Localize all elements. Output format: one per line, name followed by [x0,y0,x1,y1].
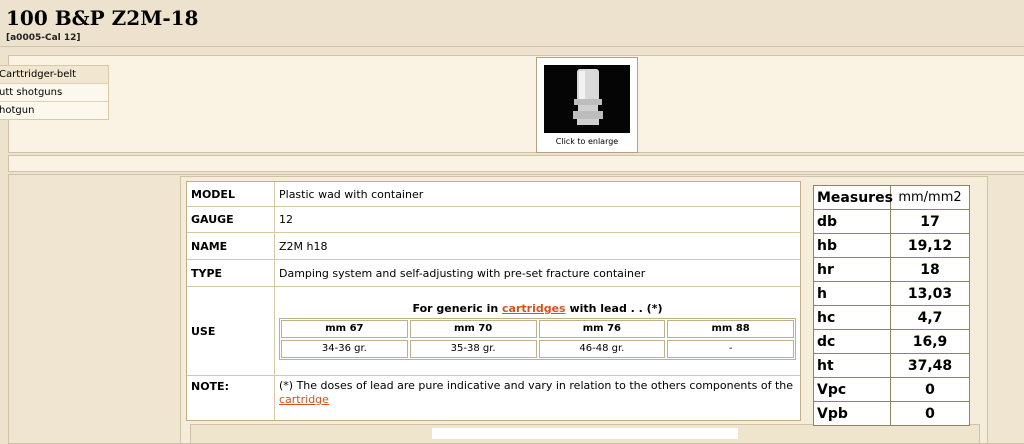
measure-label: hr [814,258,891,281]
name-label: NAME [187,233,275,259]
measure-label: h [814,282,891,305]
cartridge-link[interactable]: cartridge [279,393,329,406]
product-code: [a0005-Cal 12] [6,33,81,43]
model-label: MODEL [187,182,275,206]
type-value: Damping system and self-adjusting with p… [279,266,646,280]
use-label: USE [187,287,275,375]
measure-row-dc: dc 16,9 [814,330,969,354]
gauge-value: 12 [279,213,293,226]
note-value: (*) The doses of lead are pure indicativ… [275,376,800,420]
cartridges-link[interactable]: cartridges [502,302,566,315]
measure-label: hb [814,234,891,257]
name-value: Z2M h18 [279,239,328,253]
model-value: Plastic wad with container [279,187,424,201]
note-text: (*) The doses of lead are pure indicativ… [279,379,794,392]
measure-value: 16,9 [912,333,948,350]
measures-header-label: Measures [814,186,893,209]
page-title: 100 B&P Z2M-18 [6,6,199,30]
measure-row-vpb: Vpb 0 [814,402,969,425]
measure-value: 0 [925,405,935,422]
use-section: For generic in cartridges with lead . . … [275,287,800,375]
use-cell-value: 35-38 gr. [409,340,537,358]
sidebar-menu: Carttridger-belt utt shotguns hotgun [0,65,109,120]
measure-row-h: h 13,03 [814,282,969,306]
measure-row-hb: hb 19,12 [814,234,969,258]
measure-label: hc [814,306,891,329]
use-heading-post: with lead . . (*) [569,302,663,315]
divider [0,46,1024,47]
use-column-header: mm 67 [281,320,408,338]
measures-header-unit: mm/mm2 [898,190,962,205]
gauge-label: GAUGE [187,207,275,232]
table-row: NAME Z2M h18 [187,233,800,260]
measure-row-hc: hc 4,7 [814,306,969,330]
sidebar-item-shotgun[interactable]: hotgun [0,102,108,119]
gallery-panel [8,55,1024,153]
sidebar-item-butt-shotguns[interactable]: utt shotguns [0,84,108,102]
measures-header: Measures mm/mm2 [814,186,969,210]
spacer-panel [8,155,1024,172]
sidebar-item-cartridger-belt[interactable]: Carttridger-belt [0,66,108,84]
measure-row-ht: ht 37,48 [814,354,969,378]
measure-label: dc [814,330,891,353]
table-row: NOTE: (*) The doses of lead are pure ind… [187,376,800,420]
measure-value: 0 [925,381,935,398]
use-column-header: mm 70 [409,320,537,338]
measure-row-vpc: Vpc 0 [814,378,969,402]
use-heading: For generic in cartridges with lead . . … [279,302,796,315]
measure-label: Vpc [814,378,891,401]
measure-value: 18 [920,261,940,278]
measure-row-db: db 17 [814,210,969,234]
bottom-image-placeholder [432,428,738,439]
measure-value: 19,12 [907,237,953,254]
use-column-header: mm 76 [538,320,666,338]
measure-row-hr: hr 18 [814,258,969,282]
use-cell-value: 34-36 gr. [281,340,408,358]
wad-picture [573,69,603,125]
measure-label: ht [814,354,891,377]
table-row: TYPE Damping system and self-adjusting w… [187,260,800,287]
table-row: USE For generic in cartridges with lead … [187,287,800,376]
wad-image[interactable] [544,65,630,133]
measures-table: Measures mm/mm2 db 17 hb 19,12 hr 18 h 1… [813,185,970,426]
product-thumbnail[interactable]: Click to enlarge [536,57,638,153]
measure-value: 13,03 [907,285,953,302]
use-cell-value: 46-48 gr. [538,340,666,358]
type-label: TYPE [187,260,275,286]
table-row: GAUGE 12 [187,207,800,233]
use-column-header: mm 88 [667,320,794,338]
measure-value: 17 [920,213,940,230]
use-heading-pre: For generic in [412,302,499,315]
measure-value: 37,48 [907,357,953,374]
measure-label: Vpb [814,402,891,425]
enlarge-caption[interactable]: Click to enlarge [537,137,637,146]
specs-table: MODEL Plastic wad with container GAUGE 1… [186,181,801,421]
measure-label: db [814,210,891,233]
table-row: MODEL Plastic wad with container [187,182,800,207]
lead-dose-grid: mm 67 mm 70 mm 76 mm 88 34-36 gr. 35-38 … [279,318,796,360]
use-cell-value: - [667,340,794,358]
note-label: NOTE: [187,376,275,420]
measure-value: 4,7 [917,309,943,326]
